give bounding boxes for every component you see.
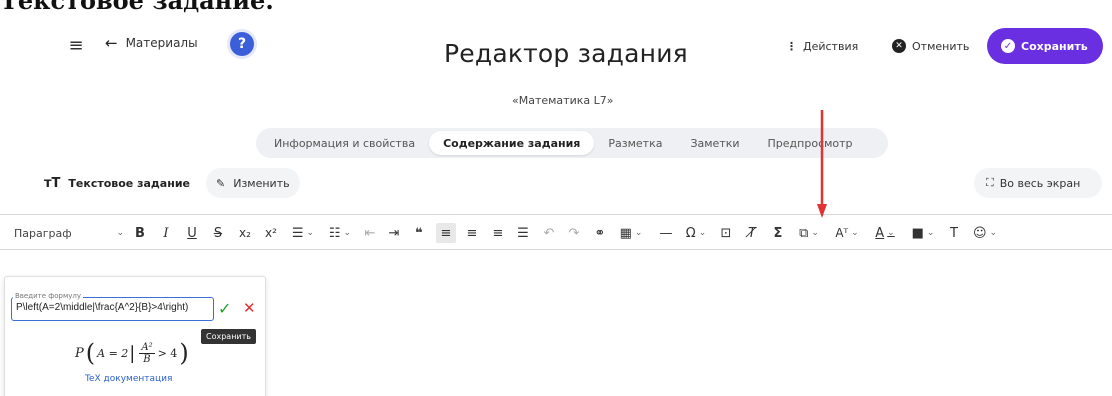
embed-icon[interactable]: ⊡ — [718, 223, 734, 243]
page-caption: Текстовое задание. — [0, 0, 274, 15]
align-right-icon[interactable]: ≡ — [490, 223, 506, 243]
preview-right: > 4 — [157, 346, 178, 360]
bold-icon[interactable]: B — [132, 223, 148, 243]
edit-label: Изменить — [233, 176, 290, 190]
formula-sigma-icon[interactable]: Σ — [770, 223, 786, 243]
subscript-icon[interactable]: x₂ — [236, 223, 254, 243]
task-type: тT Текстовое задание — [44, 176, 190, 191]
expand-icon: ⛶ — [986, 176, 994, 189]
check-circle-icon: ✓ — [1001, 39, 1015, 53]
chevron-down-icon: ⌄ — [116, 228, 124, 238]
font-size-icon[interactable]: Aᵀ ⌄ — [832, 223, 862, 243]
align-justify-icon[interactable]: ☰ — [515, 223, 531, 243]
actions-label: Действия — [803, 39, 859, 53]
tab-content[interactable]: Содержание задания — [429, 131, 595, 155]
numbered-list-icon[interactable]: ☰ ⌄ — [289, 223, 317, 243]
tab-info[interactable]: Информация и свойства — [260, 131, 429, 155]
align-center-icon[interactable]: ≡ — [464, 223, 480, 243]
source-code-icon[interactable]: ⧉ ⌄ — [794, 223, 824, 243]
save-button[interactable]: ✓ Сохранить — [987, 28, 1103, 64]
close-icon[interactable]: ✕ — [243, 299, 256, 317]
pencil-icon: ✎ — [216, 176, 226, 190]
close-circle-icon: ✕ — [892, 39, 906, 53]
help-icon[interactable]: ? — [230, 32, 254, 56]
checkmark-icon[interactable]: ✓ — [218, 299, 231, 318]
red-arrow-annotation — [817, 110, 827, 218]
preview-left: A = 2 — [97, 346, 129, 360]
text-type-icon: тT — [44, 176, 61, 191]
preview-numerator: A² — [139, 341, 155, 354]
bullet-list-icon[interactable]: ☷ ⌄ — [326, 223, 354, 243]
back-label: Материалы — [125, 36, 198, 50]
editor-toolbar: Параграф ⌄ B I U S x₂ x² ☰ ⌄ ☷ ⌄ ⇤ ⇥ ❝ ≡ ≡… — [0, 214, 1112, 250]
align-left-icon[interactable]: ≡ — [436, 223, 456, 243]
superscript-icon[interactable]: x² — [262, 223, 280, 243]
formula-input[interactable]: P\left(A=2\middle|\frac{A^2}{B}>4\right) — [11, 297, 214, 321]
back-to-materials-link[interactable]: ← Материалы — [105, 34, 198, 52]
table-icon[interactable]: ▦ ⌄ — [616, 223, 646, 243]
underline-icon[interactable]: U — [184, 223, 200, 243]
preview-right-paren: ) — [179, 339, 189, 367]
tab-bar: Информация и свойства Содержание задания… — [256, 128, 888, 158]
fullscreen-label: Во весь экран — [999, 176, 1081, 190]
undo-icon[interactable]: ↶ — [541, 223, 557, 243]
outdent-icon[interactable]: ⇤ — [362, 223, 378, 243]
formula-panel: P\left(A=2\middle|\frac{A^2}{B}>4\right)… — [4, 276, 266, 396]
preview-denominator: B — [143, 353, 151, 365]
tab-markup[interactable]: Разметка — [594, 131, 676, 155]
task-type-label: Текстовое задание — [68, 177, 190, 190]
blockquote-icon[interactable]: ❝ — [411, 223, 427, 243]
preview-left-paren: ( — [85, 339, 96, 367]
page-subtitle: «Математика L7» — [512, 94, 614, 107]
strikethrough-icon[interactable]: S — [210, 223, 226, 243]
emoji-icon[interactable]: ☺ ⌄ — [970, 223, 1000, 243]
edit-button[interactable]: ✎ Изменить — [206, 168, 300, 198]
actions-button[interactable]: ⋮ Действия — [772, 28, 873, 64]
formula-field-label: Введите формулу — [13, 292, 83, 300]
cancel-label: Отменить — [912, 39, 970, 53]
save-tooltip: Сохранить — [201, 329, 256, 344]
special-char-icon[interactable]: Ω ⌄ — [682, 223, 710, 243]
preview-fraction: A² B — [139, 341, 155, 365]
font-color-icon[interactable]: A ⌄ — [870, 223, 900, 243]
more-vertical-icon: ⋮ — [786, 39, 797, 53]
paragraph-label: Параграф — [14, 226, 72, 240]
fullscreen-button[interactable]: ⛶ Во весь экран — [974, 168, 1102, 198]
tex-documentation-link[interactable]: TeX документация — [85, 374, 172, 384]
background-color-icon[interactable]: ■ ⌄ — [908, 223, 938, 243]
tab-preview[interactable]: Предпросмотр — [754, 131, 867, 155]
preview-middle-bar: | — [129, 342, 136, 364]
clear-format-icon[interactable]: T̸ — [742, 223, 762, 243]
italic-icon[interactable]: I — [158, 223, 174, 243]
link-icon[interactable]: ⚭ — [592, 223, 608, 243]
save-label: Сохранить — [1021, 39, 1088, 53]
page-title: Редактор задания — [444, 39, 688, 68]
tab-notes[interactable]: Заметки — [676, 131, 753, 155]
text-transform-icon[interactable]: T — [946, 223, 962, 243]
arrow-left-icon: ← — [105, 34, 118, 52]
indent-icon[interactable]: ⇥ — [386, 223, 402, 243]
hamburger-menu-icon[interactable]: ≡ — [66, 35, 86, 56]
cancel-button[interactable]: ✕ Отменить — [878, 28, 984, 64]
paragraph-select[interactable]: Параграф ⌄ — [14, 223, 124, 243]
horizontal-line-icon[interactable]: — — [658, 223, 674, 243]
formula-preview: P ( A = 2 | A² B > 4 ) — [75, 339, 191, 367]
preview-p: P — [75, 345, 84, 361]
redo-icon[interactable]: ↷ — [566, 223, 582, 243]
